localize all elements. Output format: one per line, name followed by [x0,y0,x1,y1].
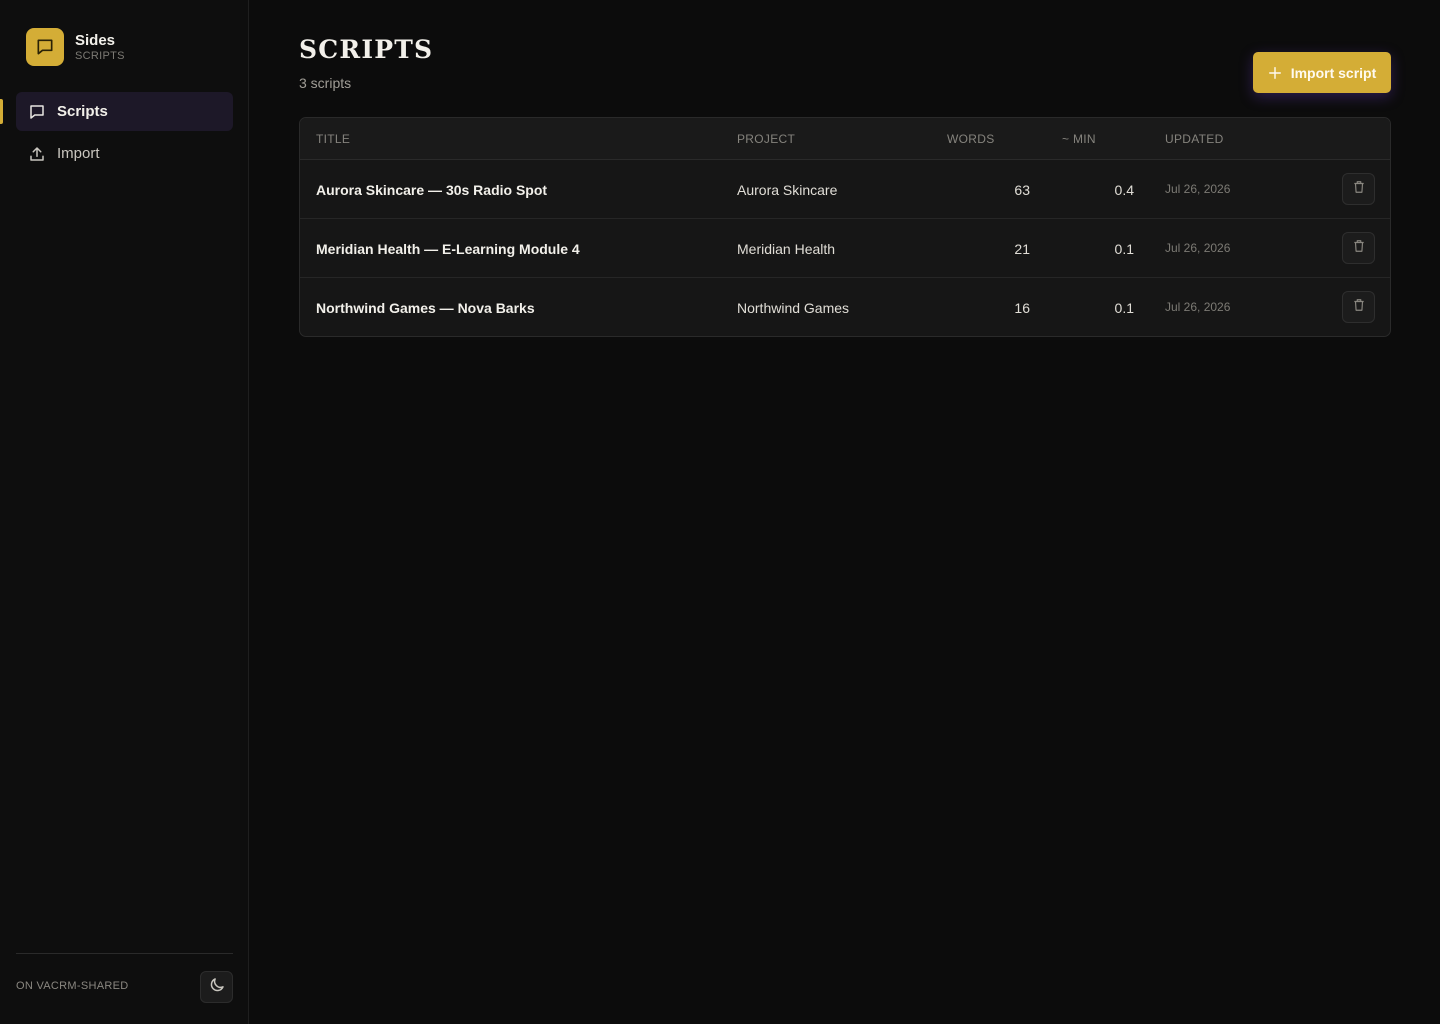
delete-button[interactable] [1342,291,1375,323]
trash-icon [1352,239,1366,258]
page-title: SCRIPTS [299,35,434,64]
script-project: Northwind Games [737,300,850,316]
sidebar-item-scripts[interactable]: Scripts [16,92,233,131]
sidebar-nav: Scripts Import [16,92,233,176]
active-nav-marker [0,99,3,124]
import-script-button[interactable]: Import script [1253,52,1391,93]
script-minutes: 0.4 [1114,182,1134,198]
plus-icon [1268,66,1282,80]
script-minutes: 0.1 [1114,241,1134,257]
column-project[interactable]: PROJECT [737,132,795,146]
sidebar-footer: ON VACRM-SHARED [16,953,233,1024]
import-script-label: Import script [1290,64,1377,81]
upload-icon [28,145,46,163]
brand-name: Sides [75,31,116,49]
script-project: Aurora Skincare [737,182,838,198]
brand-subtitle: SCRIPTS [75,49,125,62]
table-row[interactable]: Northwind Games — Nova Barks Northwind G… [300,278,1390,336]
trash-icon [1352,180,1366,199]
column-updated[interactable]: UPDATED [1165,132,1224,146]
sidebar-item-import[interactable]: Import [16,134,233,173]
table-header: TITLE PROJECT WORDS ~ MIN UPDATED [300,118,1390,160]
script-title[interactable]: Aurora Skincare — 30s Radio Spot [316,182,547,198]
delete-button[interactable] [1342,232,1375,264]
theme-toggle-button[interactable] [200,971,233,1003]
scripts-table: TITLE PROJECT WORDS ~ MIN UPDATED Aurora… [299,117,1391,337]
sidebar-item-label: Scripts [57,103,108,120]
script-title[interactable]: Meridian Health — E-Learning Module 4 [316,241,580,257]
table-row[interactable]: Meridian Health — E-Learning Module 4 Me… [300,219,1390,278]
script-words: 21 [1014,241,1030,257]
moon-icon [208,976,226,999]
script-words: 63 [1014,182,1030,198]
sidebar: Sides SCRIPTS Scripts Import ON VACRM-SH… [0,0,249,1024]
workspace-label: ON VACRM-SHARED [16,980,129,992]
script-minutes: 0.1 [1114,300,1134,316]
column-min[interactable]: ~ MIN [1062,132,1096,146]
trash-icon [1352,298,1366,317]
delete-button[interactable] [1342,173,1375,205]
column-title[interactable]: TITLE [316,132,350,146]
script-updated: Jul 26, 2026 [1165,300,1231,314]
chat-bubble-icon [28,103,46,121]
sidebar-item-label: Import [57,145,100,162]
script-words: 16 [1014,300,1030,316]
chat-bubble-icon [26,28,64,66]
script-updated: Jul 26, 2026 [1165,182,1231,196]
script-count: 3 scripts [299,75,352,91]
script-project: Meridian Health [737,241,836,257]
script-title[interactable]: Northwind Games — Nova Barks [316,300,535,316]
script-updated: Jul 26, 2026 [1165,241,1231,255]
column-words[interactable]: WORDS [947,132,995,146]
table-row[interactable]: Aurora Skincare — 30s Radio Spot Aurora … [300,160,1390,219]
brand[interactable]: Sides SCRIPTS [26,28,125,66]
